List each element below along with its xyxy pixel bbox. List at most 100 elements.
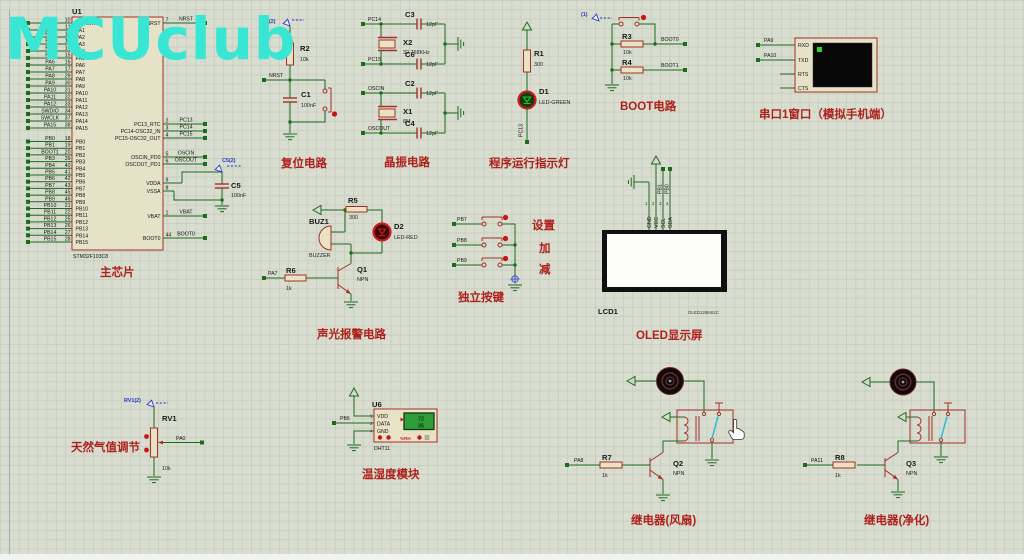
proteus-schematic-canvas: U1 STM32F103C8 主芯片 PA0 10 PA0-WKUP PA1 1…: [0, 0, 1024, 560]
pin-num: 8: [166, 186, 169, 192]
npn-transistor[interactable]: [337, 263, 352, 295]
led-red[interactable]: [372, 222, 392, 242]
buzzer-body[interactable]: [318, 225, 332, 251]
pin-inner: BOOT0: [143, 236, 161, 242]
led-type: LED-GREEN: [539, 100, 571, 106]
net-label: BOOT1: [661, 63, 679, 69]
capacitor-ref: C6: [405, 50, 415, 59]
relay-switch-blade: [711, 416, 719, 439]
button-state-dot[interactable]: [502, 214, 509, 221]
button-state-dot[interactable]: [640, 14, 647, 21]
npn-transistor[interactable]: [884, 452, 899, 480]
svg-text:PA8: PA8: [45, 74, 55, 80]
transistor-type: NPN: [906, 471, 917, 477]
terminal-pin: RTS: [798, 72, 809, 78]
svg-text:PA11: PA11: [44, 95, 56, 101]
pin-num: 5: [166, 152, 169, 158]
capacitor-ref: C1: [301, 90, 311, 99]
potentiometer[interactable]: [144, 427, 163, 458]
resistor-body[interactable]: [284, 274, 307, 282]
resistor-body[interactable]: [620, 40, 644, 48]
led-ref: D1: [539, 87, 549, 96]
terminal-cursor: [817, 47, 822, 52]
resistor-value: 1k: [835, 473, 841, 479]
net-label: PA10: [764, 53, 776, 59]
crystal-body[interactable]: [378, 108, 396, 118]
resistor-body[interactable]: [345, 206, 368, 213]
boot-circuit-module: (1) R3 10k BOOT0 R4 10k BOOT1 BOOT电路: [581, 12, 687, 113]
svg-text:SWDIO: SWDIO: [41, 109, 59, 115]
oled-pin-name: VCC: [654, 217, 660, 228]
svg-text:PB4: PB4: [76, 166, 86, 172]
svg-text:PB5: PB5: [45, 170, 55, 176]
module-caption: 串口1窗口（模拟手机端）: [759, 107, 892, 121]
svg-text:PB10: PB10: [44, 203, 57, 209]
relay-component[interactable]: [676, 402, 734, 444]
svg-text:PA9: PA9: [76, 84, 86, 90]
voltage-probe-icon[interactable]: [214, 164, 223, 173]
capacitor-ref: C2: [405, 79, 415, 88]
svg-text:34: 34: [65, 109, 71, 115]
net-label: PB9: [457, 258, 467, 264]
dht-adjust-dot[interactable]: [417, 435, 422, 440]
svg-text:38: 38: [65, 123, 71, 129]
resistor-body[interactable]: [523, 49, 531, 73]
svg-text:30: 30: [65, 81, 71, 87]
svg-text:41: 41: [65, 170, 71, 176]
button-state-dot[interactable]: [502, 255, 509, 262]
npn-transistor[interactable]: [649, 452, 664, 480]
mouse-cursor-hand-icon: [728, 419, 745, 440]
button-state-dot[interactable]: [331, 111, 338, 117]
capacitor-ref: C3: [405, 10, 415, 19]
dht-humidity-value: 72: [418, 417, 424, 423]
svg-text:PB8: PB8: [76, 193, 86, 199]
relay-component[interactable]: [909, 402, 966, 444]
svg-text:PB5: PB5: [76, 173, 86, 179]
capacitor-value: 12pF: [426, 22, 439, 28]
power-arrow-icon: [651, 155, 661, 165]
resistor-ref: R5: [348, 196, 358, 205]
resistor-ref: R8: [835, 453, 845, 462]
svg-text:32: 32: [65, 95, 71, 101]
net-label: PA7: [268, 271, 278, 277]
dht-pin-name: DATA: [377, 422, 391, 428]
chip-caption: 主芯片: [100, 265, 135, 279]
led-green[interactable]: [517, 90, 537, 110]
svg-text:PA12: PA12: [76, 105, 88, 111]
power-arrow-icon: [661, 412, 671, 422]
pot-increase-dot[interactable]: [144, 434, 149, 439]
capacitor-value: 12pF: [426, 91, 439, 97]
svg-text:46: 46: [65, 196, 71, 202]
watermark: MCUclub: [5, 5, 297, 73]
pin-num: 6: [166, 159, 169, 165]
resistor-value: 300: [349, 215, 358, 221]
net-label: PC14: [368, 17, 381, 23]
svg-text:BOOT1: BOOT1: [41, 149, 59, 155]
pin-inner: VSSA: [147, 189, 161, 195]
resistor-value: 1k: [602, 473, 608, 479]
resistor-body[interactable]: [599, 461, 623, 469]
transistor-ref: Q2: [673, 459, 683, 468]
module-caption: 程序运行指示灯: [489, 156, 570, 170]
dht-mode-icon[interactable]: [424, 435, 430, 440]
dht-adjust-dot[interactable]: [377, 435, 383, 440]
fan-motor[interactable]: [656, 367, 684, 395]
svg-text:PB14: PB14: [76, 233, 89, 239]
resistor-body[interactable]: [620, 66, 644, 74]
transistor-ref: Q1: [357, 265, 368, 274]
dht-adjust-dot[interactable]: [386, 435, 391, 440]
purifier-motor[interactable]: [889, 368, 917, 396]
pin-inner: OSCIN_PD0: [131, 155, 161, 161]
probe-label: C5(2): [222, 158, 236, 164]
resistor-ref: R1: [534, 49, 544, 58]
net-label: PC13: [519, 124, 525, 137]
resistor-body[interactable]: [832, 461, 856, 469]
voltage-probe-icon[interactable]: [591, 13, 600, 22]
svg-text:26: 26: [65, 223, 71, 229]
voltage-probe-icon[interactable]: [146, 399, 155, 408]
button-state-dot[interactable]: [502, 235, 509, 242]
oled-part: OLED12864I2C: [688, 310, 719, 315]
pin-num: 44: [166, 233, 172, 239]
pot-decrease-dot[interactable]: [144, 447, 149, 453]
crystal-body[interactable]: [378, 39, 396, 49]
